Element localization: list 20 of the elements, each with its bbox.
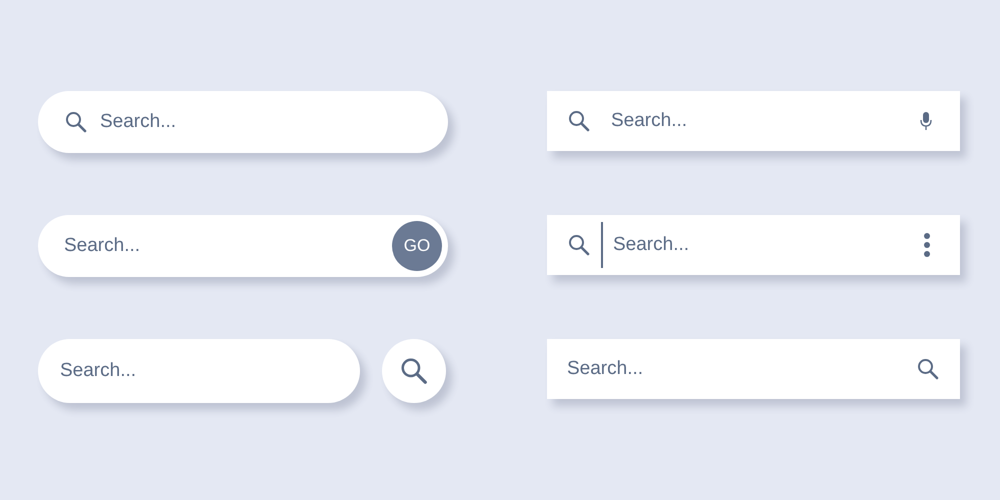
search-input[interactable]: Search... — [100, 108, 424, 136]
search-bar[interactable]: Search... — [38, 91, 448, 153]
search-input[interactable]: Search... — [567, 354, 904, 384]
search-icon — [567, 233, 591, 257]
search-bar[interactable]: Search... — [547, 339, 960, 399]
search-bar[interactable]: Search... — [547, 215, 960, 275]
search-input[interactable]: Search... — [60, 356, 336, 386]
microphone-icon[interactable] — [920, 111, 932, 131]
search-icon — [567, 109, 591, 133]
search-bar[interactable]: Search... — [38, 339, 360, 403]
search-icon — [399, 356, 429, 386]
search-bar[interactable]: Search... GO — [38, 215, 448, 277]
search-icon — [64, 110, 88, 134]
search-input[interactable]: Search... — [613, 230, 923, 260]
search-input[interactable]: Search... — [611, 106, 900, 136]
go-button[interactable]: GO — [392, 221, 442, 271]
search-bar[interactable]: Search... — [547, 91, 960, 151]
more-options-icon[interactable] — [923, 232, 931, 258]
search-icon — [916, 357, 940, 381]
search-input[interactable]: Search... — [64, 232, 380, 260]
